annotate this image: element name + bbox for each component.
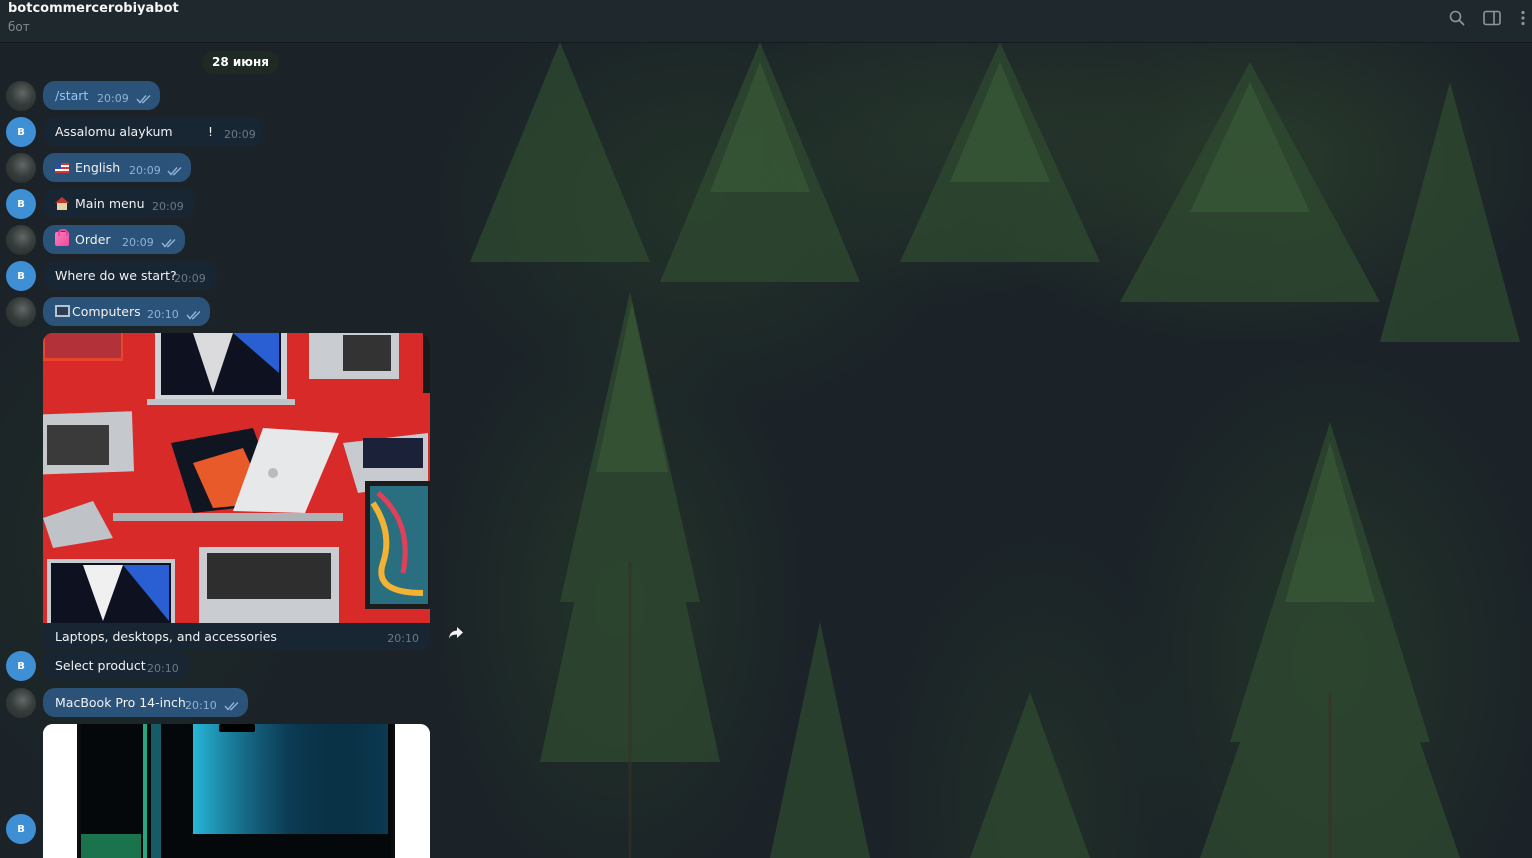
sidebar-toggle-icon[interactable]	[1482, 8, 1502, 28]
forward-icon[interactable]	[445, 622, 467, 644]
read-checkmarks-icon	[161, 239, 176, 248]
bot-avatar[interactable]: B	[6, 117, 36, 147]
message-text: MacBook Pro 14-inch	[55, 695, 186, 710]
message-time: 20:09	[97, 92, 129, 105]
read-checkmarks-icon	[167, 167, 182, 176]
photo-caption: Laptops, desktops, and accessories	[55, 629, 277, 644]
read-checkmarks-icon	[224, 702, 239, 711]
message-text: Where do we start?	[55, 268, 177, 283]
message-bubble[interactable]: Where do we start? 20:09	[43, 261, 217, 290]
message-text: Select product	[55, 658, 146, 673]
chat-subtitle: бот	[8, 20, 30, 34]
exclamation-mark: !	[208, 124, 214, 139]
shopping-bags-icon	[55, 229, 69, 246]
laptops-photo[interactable]	[43, 333, 430, 623]
read-checkmarks-icon	[186, 311, 201, 320]
bot-avatar[interactable]: B	[6, 261, 36, 291]
bot-avatar[interactable]: B	[6, 189, 36, 219]
user-avatar[interactable]	[6, 225, 36, 255]
message-bubble[interactable]: Main menu 20:09	[43, 189, 195, 218]
message-bubble[interactable]: Computers 20:10	[43, 297, 210, 326]
bot-avatar[interactable]: B	[6, 814, 36, 844]
more-vertical-icon[interactable]	[1513, 8, 1532, 28]
house-icon	[55, 197, 69, 210]
bot-avatar[interactable]: B	[6, 651, 36, 681]
message-time: 20:09	[174, 272, 206, 285]
us-flag-icon	[55, 163, 69, 173]
date-separator: 28 июня	[202, 51, 279, 74]
message-bubble[interactable]: Select product 20:10	[43, 651, 189, 680]
photo-message[interactable]: Laptops, desktops, and accessories 20:10	[43, 333, 430, 650]
read-checkmarks-icon	[136, 95, 151, 104]
telegram-chat-window: botcommercerobiyabot бот 28 июня /start …	[0, 0, 1532, 858]
desktop-computer-icon	[55, 305, 70, 317]
message-time: 20:09	[122, 236, 154, 249]
macbook-photo[interactable]	[43, 724, 430, 858]
message-time: 20:10	[147, 308, 179, 321]
message-time: 20:09	[224, 128, 256, 141]
chat-header: botcommercerobiyabot бот	[0, 0, 1532, 43]
message-text: English	[75, 160, 121, 175]
message-text: Computers	[72, 304, 141, 319]
user-avatar[interactable]	[6, 297, 36, 327]
message-bubble[interactable]: /start 20:09	[43, 81, 160, 110]
message-time: 20:10	[185, 699, 217, 712]
message-time: 20:10	[147, 662, 179, 675]
message-bubble[interactable]: English 20:09	[43, 153, 191, 182]
message-text[interactable]: /start	[55, 88, 88, 103]
user-avatar[interactable]	[6, 688, 36, 718]
message-time: 20:10	[387, 632, 419, 645]
message-text: Main menu	[75, 196, 145, 211]
message-time: 20:09	[129, 164, 161, 177]
message-bubble[interactable]: Order 20:09	[43, 225, 185, 254]
search-icon[interactable]	[1447, 8, 1467, 28]
message-bubble[interactable]: MacBook Pro 14-inch 20:10	[43, 688, 248, 717]
chat-title[interactable]: botcommercerobiyabot	[8, 1, 179, 16]
message-text: Assalomu alaykum	[55, 124, 173, 139]
user-avatar[interactable]	[6, 153, 36, 183]
photo-message[interactable]	[43, 724, 430, 858]
message-bubble[interactable]: Assalomu alaykum ! 20:09	[43, 117, 263, 146]
message-time: 20:09	[152, 200, 184, 213]
message-text: Order	[75, 232, 111, 247]
user-avatar[interactable]	[6, 81, 36, 111]
